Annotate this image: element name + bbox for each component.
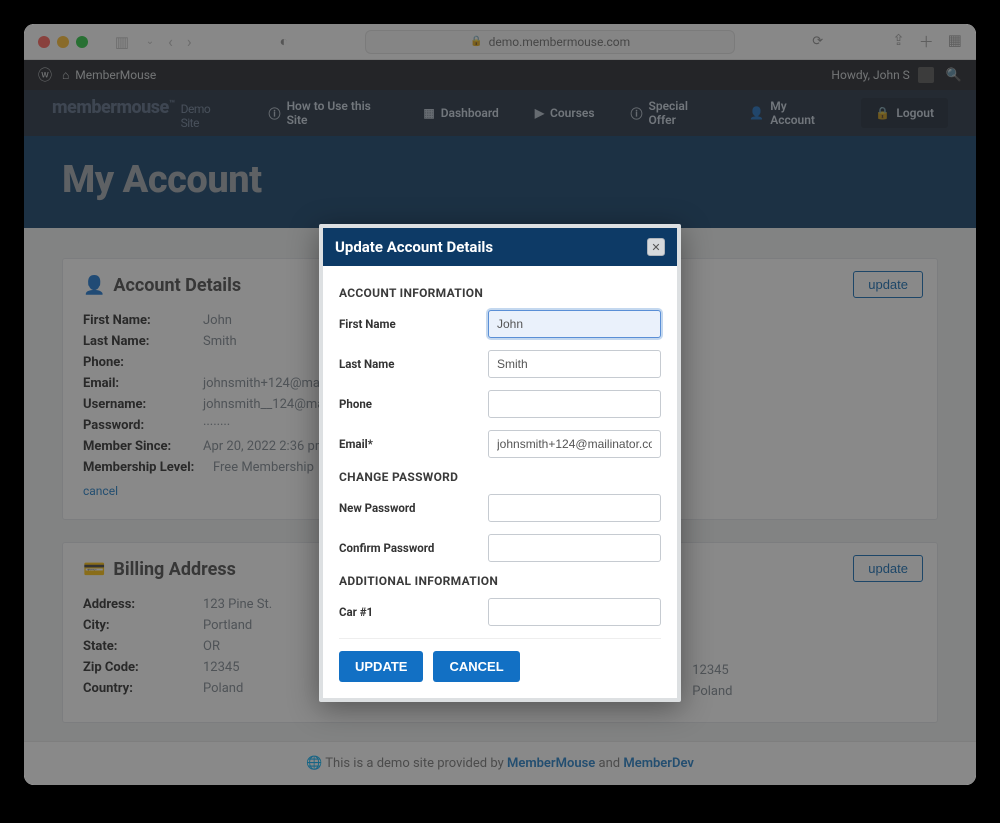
- new-password-input[interactable]: [488, 494, 661, 522]
- section-change-password: CHANGE PASSWORD: [339, 470, 661, 484]
- divider: [339, 638, 661, 639]
- modal-header: Update Account Details ✕: [323, 228, 677, 266]
- confirm-password-input[interactable]: [488, 534, 661, 562]
- phone-input[interactable]: [488, 390, 661, 418]
- modal-title: Update Account Details: [335, 238, 493, 256]
- modal-overlay[interactable]: Update Account Details ✕ ACCOUNT INFORMA…: [24, 24, 976, 785]
- browser-window: ▥ ⌄ ‹ › ◐ 🔒 demo.membermouse.com ⟳ ⇪ ＋ ▦…: [24, 24, 976, 785]
- first-name-input[interactable]: [488, 310, 661, 338]
- modal-close-button[interactable]: ✕: [647, 238, 665, 256]
- car-1-input[interactable]: [488, 598, 661, 626]
- section-account-info: ACCOUNT INFORMATION: [339, 286, 661, 300]
- modal-cancel-button[interactable]: CANCEL: [433, 651, 519, 682]
- modal-update-button[interactable]: UPDATE: [339, 651, 423, 682]
- update-account-modal: Update Account Details ✕ ACCOUNT INFORMA…: [319, 224, 681, 702]
- section-additional-info: ADDITIONAL INFORMATION: [339, 574, 661, 588]
- last-name-input[interactable]: [488, 350, 661, 378]
- email-input[interactable]: [488, 430, 661, 458]
